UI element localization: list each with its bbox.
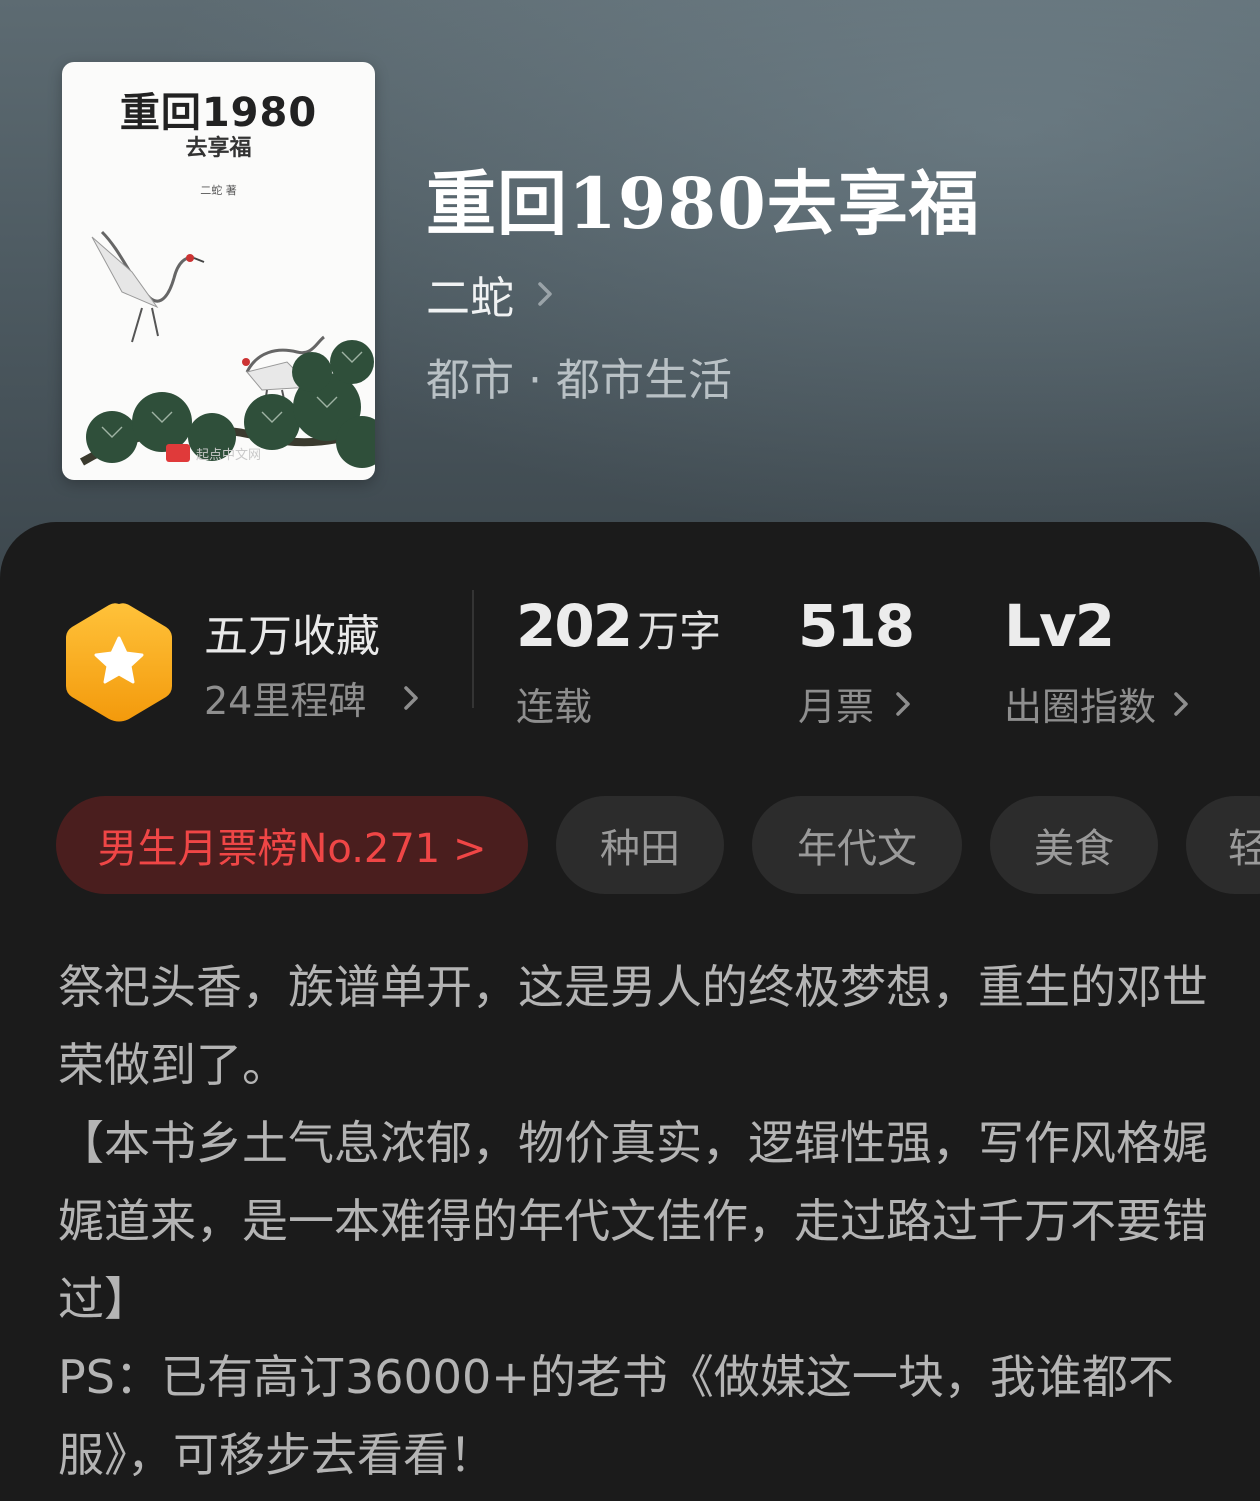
- monthly-votes-label: 月票: [798, 685, 875, 729]
- tag-period-fiction[interactable]: 年代文: [752, 796, 962, 894]
- description-paragraph: 祭祀头香，族谱单开，这是男人的终极梦想，重生的邓世荣做到了。: [58, 960, 1208, 1092]
- book-description[interactable]: 祭祀头香，族谱单开，这是男人的终极梦想，重生的邓世荣做到了。 【本书乡土气息浓郁…: [58, 948, 1208, 1494]
- author-name: 二蛇: [426, 273, 514, 324]
- chevron-right-icon: [896, 691, 910, 716]
- description-paragraph: PS：已有高订36000+的老书《做媒这一块，我谁都不服》，可移步去看看！: [58, 1350, 1174, 1482]
- favorites-count: 五万收藏: [204, 611, 380, 662]
- monthly-votes-count: 518: [798, 592, 915, 660]
- description-paragraph: 【本书乡土气息浓郁，物价真实，逻辑性强，写作风格娓娓道来，是一本难得的年代文佳作…: [58, 1116, 1208, 1326]
- influence-level-value: Lv2: [1004, 592, 1115, 660]
- publisher-mark: 起点中文网: [196, 448, 262, 463]
- favorites-star-badge-icon: [66, 603, 172, 722]
- milestones-label: 24里程碑: [204, 679, 367, 723]
- cover-subtitle: 去享福: [185, 136, 252, 161]
- chevron-right-icon: [538, 282, 552, 306]
- author-link[interactable]: 二蛇: [426, 262, 560, 326]
- publisher-logo-icon: [166, 444, 190, 462]
- influence-index-label: 出圈指数: [1004, 685, 1157, 729]
- chevron-right-icon: [404, 685, 419, 710]
- chevron-right-icon: [1174, 691, 1188, 716]
- influence-index-link[interactable]: 出圈指数: [1004, 676, 1196, 731]
- cover-author: 二蛇 著: [200, 184, 237, 197]
- crane-pine-illustration: [79, 230, 375, 468]
- serial-status: 连载: [516, 685, 593, 729]
- genre-label[interactable]: 都市 · 都市生活: [426, 344, 732, 408]
- monthly-votes-number: 518: [798, 592, 915, 660]
- stats-divider: [472, 590, 474, 708]
- word-count: 202 万字: [516, 592, 721, 660]
- rank-tag[interactable]: 男生月票榜No.271 >: [56, 796, 528, 894]
- tag-farming[interactable]: 种田: [556, 796, 724, 894]
- tag-food[interactable]: 美食: [990, 796, 1158, 894]
- milestones-link[interactable]: 24里程碑: [204, 670, 426, 725]
- book-title: 重回1980去享福: [426, 162, 980, 245]
- word-count-number: 202: [516, 592, 633, 660]
- influence-level: Lv2: [1004, 592, 1115, 660]
- monthly-votes-link[interactable]: 月票: [798, 676, 918, 731]
- word-count-unit: 万字: [637, 607, 722, 656]
- book-cover[interactable]: 重回1980 去享福 二蛇 著 起点中文网: [62, 62, 375, 480]
